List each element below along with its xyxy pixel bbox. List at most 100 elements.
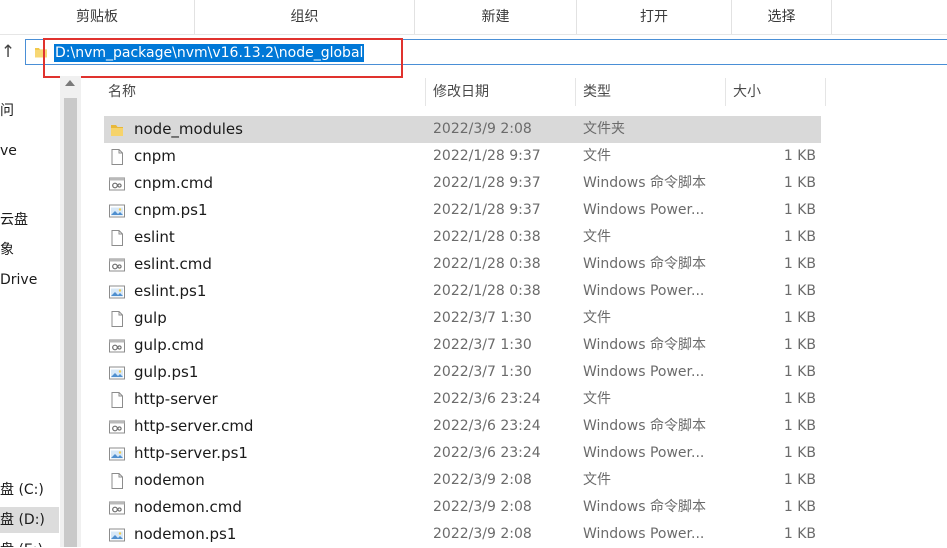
- file-type: 文件: [583, 148, 611, 164]
- file-size: 1 KB: [783, 391, 816, 407]
- file-name[interactable]: nodemon: [134, 467, 205, 494]
- file-size: 1 KB: [783, 175, 816, 191]
- column-divider[interactable]: [575, 78, 576, 106]
- file-name[interactable]: gulp.ps1: [134, 359, 198, 386]
- annotation-highlight-box: [43, 38, 403, 78]
- column-header-date[interactable]: 修改日期: [433, 76, 573, 108]
- file-name[interactable]: cnpm.cmd: [134, 170, 213, 197]
- file-size: 1 KB: [783, 337, 816, 353]
- ribbon-group-new[interactable]: 新建: [415, 0, 577, 34]
- file-row[interactable]: gulp.cmd 2022/3/7 1:30 Windows 命令脚本 1 KB: [104, 332, 821, 359]
- nav-item-onedrive[interactable]: Drive: [0, 267, 37, 293]
- nav-item[interactable]: 问: [0, 98, 14, 124]
- file-row[interactable]: eslint 2022/1/28 0:38 文件 1 KB: [104, 224, 821, 251]
- column-header-size[interactable]: 大小: [733, 76, 823, 108]
- file-size: 1 KB: [783, 526, 816, 542]
- file-type: Windows Power...: [583, 283, 705, 299]
- column-divider[interactable]: [825, 78, 826, 106]
- nav-scrollbar[interactable]: [60, 76, 81, 547]
- file-name[interactable]: http-server.ps1: [134, 440, 248, 467]
- file-name[interactable]: gulp: [134, 305, 167, 332]
- file-row[interactable]: nodemon 2022/3/9 2:08 文件 1 KB: [104, 467, 821, 494]
- nav-item[interactable]: 象: [0, 237, 14, 263]
- file-icon: [108, 229, 126, 247]
- file-name[interactable]: cnpm.ps1: [134, 197, 208, 224]
- file-icon: [108, 391, 126, 409]
- file-type: 文件: [583, 472, 611, 488]
- file-date: 2022/3/9 2:08: [433, 121, 532, 137]
- file-name[interactable]: http-server: [134, 386, 218, 413]
- file-size: 1 KB: [783, 229, 816, 245]
- column-header-type[interactable]: 类型: [583, 76, 723, 108]
- file-name[interactable]: cnpm: [134, 143, 176, 170]
- up-arrow-icon[interactable]: ↑: [0, 41, 16, 63]
- file-row[interactable]: nodemon.ps1 2022/3/9 2:08 Windows Power...…: [104, 521, 821, 548]
- ps1-icon: [108, 526, 126, 544]
- file-size: 1 KB: [783, 499, 816, 515]
- file-date: 2022/1/28 9:37: [433, 175, 541, 191]
- file-row[interactable]: node_modules 2022/3/9 2:08 文件夹: [104, 116, 821, 143]
- file-size: 1 KB: [783, 256, 816, 272]
- file-date: 2022/3/6 23:24: [433, 418, 541, 434]
- cmd-icon: [108, 499, 126, 517]
- ribbon-group-open[interactable]: 打开: [577, 0, 732, 34]
- file-type: 文件: [583, 310, 611, 326]
- ribbon: 剪贴板 组织 新建 打开 选择: [0, 0, 947, 35]
- file-date: 2022/3/9 2:08: [433, 472, 532, 488]
- file-name[interactable]: nodemon.cmd: [134, 494, 242, 521]
- column-divider[interactable]: [425, 78, 426, 106]
- file-row[interactable]: eslint.ps1 2022/1/28 0:38 Windows Power...…: [104, 278, 821, 305]
- file-name[interactable]: http-server.cmd: [134, 413, 253, 440]
- file-name[interactable]: node_modules: [134, 116, 243, 143]
- file-date: 2022/1/28 0:38: [433, 283, 541, 299]
- ps1-icon: [108, 364, 126, 382]
- file-date: 2022/3/9 2:08: [433, 499, 532, 515]
- nav-item[interactable]: ve: [0, 138, 17, 164]
- file-date: 2022/3/7 1:30: [433, 364, 532, 380]
- file-type: Windows Power...: [583, 445, 705, 461]
- file-row[interactable]: http-server.ps1 2022/3/6 23:24 Windows Pow…: [104, 440, 821, 467]
- file-name[interactable]: eslint: [134, 224, 175, 251]
- file-size: 1 KB: [783, 418, 816, 434]
- folder-icon: [108, 121, 126, 139]
- file-date: 2022/1/28 0:38: [433, 229, 541, 245]
- file-row[interactable]: cnpm 2022/1/28 9:37 文件 1 KB: [104, 143, 821, 170]
- file-name[interactable]: eslint.ps1: [134, 278, 206, 305]
- ps1-icon: [108, 283, 126, 301]
- file-name[interactable]: nodemon.ps1: [134, 521, 236, 548]
- nav-item-drive-c[interactable]: 盘 (C:): [0, 477, 44, 503]
- file-row[interactable]: cnpm.ps1 2022/1/28 9:37 Windows Power... 1 …: [104, 197, 821, 224]
- file-date: 2022/1/28 9:37: [433, 202, 541, 218]
- file-row[interactable]: gulp 2022/3/7 1:30 文件 1 KB: [104, 305, 821, 332]
- file-date: 2022/3/9 2:08: [433, 526, 532, 542]
- ps1-icon: [108, 202, 126, 220]
- file-type: 文件: [583, 391, 611, 407]
- column-header-name[interactable]: 名称: [108, 76, 408, 108]
- file-size: 1 KB: [783, 364, 816, 380]
- file-row[interactable]: cnpm.cmd 2022/1/28 9:37 Windows 命令脚本 1 KB: [104, 170, 821, 197]
- nav-item-drive-e[interactable]: 盘 (E:): [0, 537, 43, 547]
- file-icon: [108, 472, 126, 490]
- file-name[interactable]: eslint.cmd: [134, 251, 212, 278]
- scroll-thumb[interactable]: [64, 98, 77, 547]
- file-type: Windows 命令脚本: [583, 256, 706, 272]
- column-divider[interactable]: [725, 78, 726, 106]
- file-row[interactable]: nodemon.cmd 2022/3/9 2:08 Windows 命令脚本 1 KB: [104, 494, 821, 521]
- scroll-up-icon[interactable]: [65, 80, 75, 86]
- file-type: 文件: [583, 229, 611, 245]
- nav-item[interactable]: 云盘: [0, 207, 28, 233]
- file-size: 1 KB: [783, 283, 816, 299]
- file-row[interactable]: gulp.ps1 2022/3/7 1:30 Windows Power... 1 K…: [104, 359, 821, 386]
- ribbon-group-clipboard[interactable]: 剪贴板: [0, 0, 195, 34]
- file-date: 2022/3/7 1:30: [433, 310, 532, 326]
- ribbon-group-select[interactable]: 选择: [732, 0, 832, 34]
- nav-item-drive-d[interactable]: 盘 (D:): [0, 507, 59, 533]
- file-row[interactable]: http-server.cmd 2022/3/6 23:24 Windows 命令脚…: [104, 413, 821, 440]
- file-row[interactable]: eslint.cmd 2022/1/28 0:38 Windows 命令脚本 1 KB: [104, 251, 821, 278]
- cmd-icon: [108, 418, 126, 436]
- ribbon-group-organize[interactable]: 组织: [195, 0, 415, 34]
- file-size: 1 KB: [783, 445, 816, 461]
- file-name[interactable]: gulp.cmd: [134, 332, 204, 359]
- file-size: 1 KB: [783, 202, 816, 218]
- file-row[interactable]: http-server 2022/3/6 23:24 文件 1 KB: [104, 386, 821, 413]
